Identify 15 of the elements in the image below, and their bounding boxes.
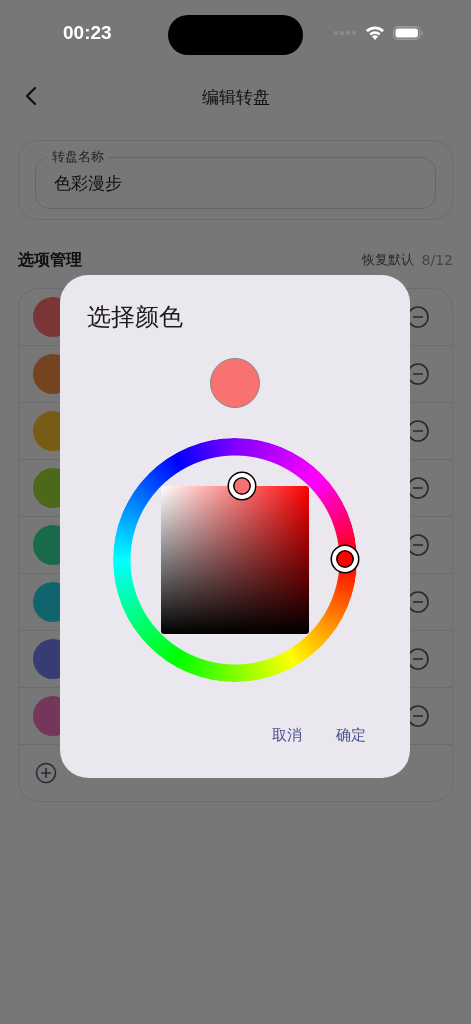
section-title: 选项管理 <box>18 249 83 271</box>
add-icon[interactable] <box>35 762 57 784</box>
dialog-title: 选择颜色 <box>87 302 183 333</box>
wifi-icon <box>365 25 385 40</box>
saturation-square[interactable] <box>161 486 309 634</box>
confirm-button[interactable]: 确定 <box>336 722 366 749</box>
saturation-handle[interactable] <box>229 473 255 499</box>
field-label: 转盘名称 <box>48 148 108 166</box>
battery-icon <box>393 25 423 40</box>
reset-link[interactable]: 恢复默认 <box>361 251 414 269</box>
hue-handle[interactable] <box>332 546 358 572</box>
status-time: 00:23 <box>63 22 112 44</box>
page-title: 编辑转盘 <box>201 85 270 109</box>
cancel-button[interactable]: 取消 <box>272 722 302 749</box>
color-preview <box>210 358 260 408</box>
